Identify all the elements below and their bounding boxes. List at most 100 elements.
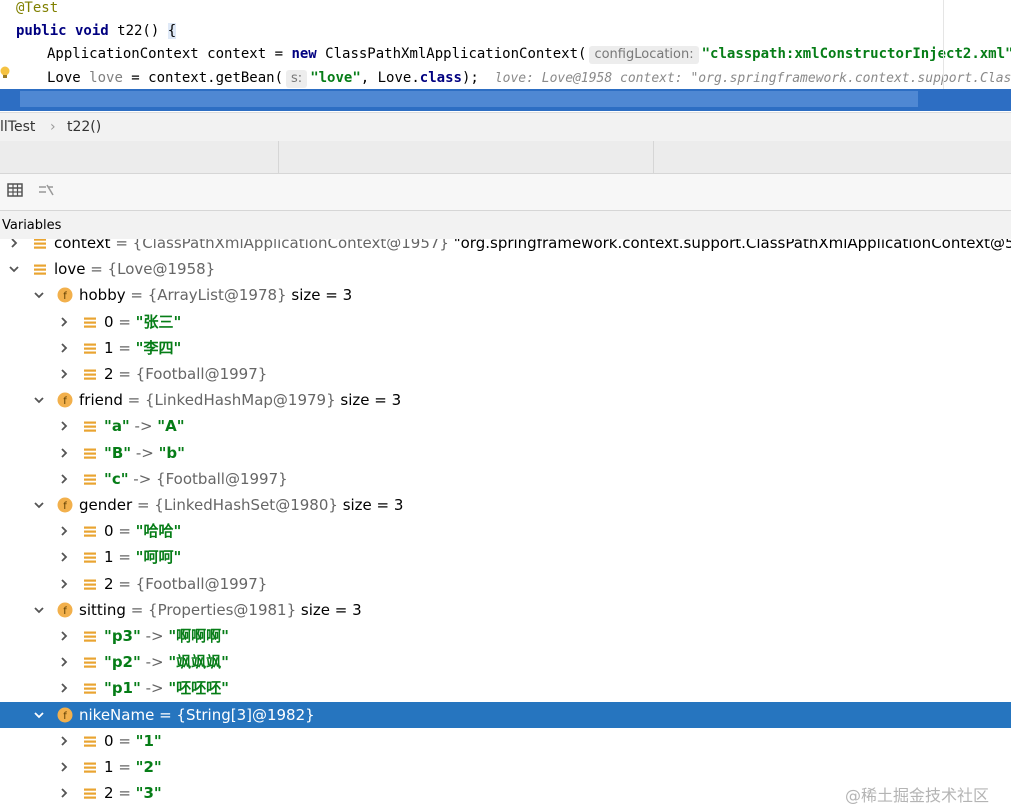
tree-row[interactable]: "a" -> "A" — [0, 413, 1011, 439]
chevron-right-icon[interactable] — [58, 368, 70, 380]
type-value: = {Properties@1981} — [125, 600, 301, 619]
tree-row-text: 2 = "3" — [104, 780, 162, 806]
tree-row-field[interactable]: f gender = {LinkedHashSet@1980} size = 3 — [0, 492, 1011, 518]
name-text: gender — [79, 496, 133, 514]
breadcrumb: llTest › t22() — [0, 112, 1011, 142]
chevron-down-icon[interactable] — [33, 709, 45, 721]
tree-row[interactable]: 0 = "张三" — [0, 309, 1011, 335]
tree-row[interactable]: 1 = "2" — [0, 754, 1011, 780]
table-icon[interactable] — [6, 181, 24, 199]
tree-row-text: love = {Love@1958} — [54, 256, 215, 282]
name-text: 0 — [104, 522, 114, 541]
class-keyword: class — [419, 70, 462, 86]
string-value: "A" — [157, 417, 185, 436]
tree-row[interactable]: love = {Love@1958} — [0, 256, 1011, 282]
name-text: friend — [79, 391, 123, 410]
editor-horizontal-scrollbar[interactable] — [20, 91, 918, 107]
tree-row[interactable]: "p3" -> "啊啊啊" — [0, 623, 1011, 649]
tree-row-text: 1 = "2" — [104, 754, 162, 780]
chevron-down-icon[interactable] — [33, 499, 45, 511]
type-value: = — [113, 784, 136, 803]
chevron-down-icon[interactable] — [33, 604, 45, 616]
tree-row[interactable]: "p1" -> "呸呸呸" — [0, 675, 1011, 701]
type-value: -> — [129, 417, 158, 436]
tree-row[interactable]: "p2" -> "飒飒飒" — [0, 649, 1011, 675]
chevron-right-icon[interactable] — [58, 761, 70, 773]
code-line-context: ApplicationContext context = new ClassPa… — [47, 43, 1011, 65]
tree-row[interactable]: 0 = "哈哈" — [0, 518, 1011, 544]
tree-row-field[interactable]: f nikeName = {String[3]@1982} — [0, 701, 1011, 728]
debug-tabs-bar — [0, 141, 1011, 174]
chevron-right-icon[interactable] — [58, 735, 70, 747]
chevron-right-icon[interactable] — [58, 473, 70, 485]
chevron-right-icon[interactable] — [8, 239, 20, 249]
svg-text:f: f — [63, 501, 67, 512]
chevron-down-icon[interactable] — [33, 289, 45, 301]
type-value: = {LinkedHashMap@1979} — [122, 391, 341, 410]
tab-divider — [278, 141, 279, 173]
name-text: context — [54, 239, 111, 252]
type-value: = — [113, 731, 136, 750]
class-arg: , Love. — [360, 70, 420, 86]
variable-icon — [84, 474, 96, 485]
debug-toolbar — [0, 174, 1011, 211]
breadcrumb-method[interactable]: t22() — [67, 113, 101, 141]
tree-row-field[interactable]: f hobby = {ArrayList@1978} size = 3 — [0, 282, 1011, 308]
string-value: "p1" — [104, 679, 141, 698]
tree-row[interactable]: context = {ClassPathXmlApplicationContex… — [0, 239, 1011, 256]
variable-icon — [84, 762, 96, 773]
chevron-right-icon[interactable] — [58, 420, 70, 432]
evaluate-expression-icon[interactable] — [37, 181, 55, 199]
tree-row-text: sitting = {Properties@1981} size = 3 — [79, 597, 362, 623]
breadcrumb-class[interactable]: llTest — [0, 113, 35, 141]
variable-icon — [34, 264, 46, 275]
tree-row[interactable]: 1 = "李四" — [0, 335, 1011, 361]
chevron-right-icon[interactable] — [58, 342, 70, 354]
code-line-method: public void t22() { — [16, 20, 177, 42]
chevron-right-icon[interactable] — [58, 682, 70, 694]
svg-text:f: f — [63, 606, 67, 617]
tree-row[interactable]: 2 = {Football@1997} — [0, 361, 1011, 387]
chevron-right-icon[interactable] — [58, 630, 70, 642]
type-value: = {Football@1997} — [113, 574, 268, 593]
name-text: sitting — [79, 600, 126, 619]
chevron-right-icon[interactable] — [58, 525, 70, 537]
tree-row-text: friend = {LinkedHashMap@1979} size = 3 — [79, 387, 401, 413]
tree-row[interactable]: 2 = {Football@1997} — [0, 571, 1011, 597]
type-value: -> {Football@1997} — [128, 469, 288, 488]
string-value: "c" — [104, 469, 129, 488]
chevron-right-icon[interactable] — [58, 787, 70, 799]
chevron-right-icon[interactable] — [58, 656, 70, 668]
chevron-right-icon[interactable] — [58, 447, 70, 459]
svg-text:f: f — [63, 396, 67, 407]
type-value: = — [113, 522, 136, 541]
type-value: -> — [140, 627, 169, 645]
tree-row-text: gender = {LinkedHashSet@1980} size = 3 — [79, 492, 403, 518]
variable-icon — [84, 683, 96, 695]
tree-row[interactable]: "B" -> "b" — [0, 440, 1011, 466]
variables-tree[interactable]: context = {ClassPathXmlApplicationContex… — [0, 239, 1011, 810]
chevron-right-icon[interactable] — [58, 578, 70, 590]
tree-row-field[interactable]: f friend = {LinkedHashMap@1979} size = 3 — [0, 387, 1011, 413]
name-text: 1 — [104, 548, 114, 567]
string-value: "b" — [158, 443, 185, 462]
type-value: = — [113, 548, 136, 567]
tree-row[interactable]: "c" -> {Football@1997} — [0, 466, 1011, 492]
lightbulb-icon[interactable] — [0, 66, 10, 80]
variable-icon — [84, 343, 96, 354]
name-text: 1 — [104, 338, 114, 357]
method-signature: t22() — [108, 23, 168, 39]
string-value: "a" — [104, 417, 130, 436]
chevron-right-icon[interactable] — [58, 316, 70, 328]
tree-row[interactable]: 0 = "1" — [0, 728, 1011, 754]
chevron-down-icon[interactable] — [8, 263, 20, 275]
chevron-right-icon[interactable] — [58, 551, 70, 563]
string-value: "飒飒飒" — [168, 653, 229, 672]
tree-row[interactable]: 1 = "呵呵" — [0, 544, 1011, 570]
bean-name-string: "love" — [310, 70, 361, 86]
variable-icon — [84, 579, 96, 590]
chevron-down-icon[interactable] — [33, 394, 45, 406]
tree-row-field[interactable]: f sitting = {Properties@1981} size = 3 — [0, 597, 1011, 623]
variable-icon — [84, 552, 96, 564]
code-editor[interactable]: @Test public void t22() { ApplicationCon… — [0, 0, 1011, 112]
